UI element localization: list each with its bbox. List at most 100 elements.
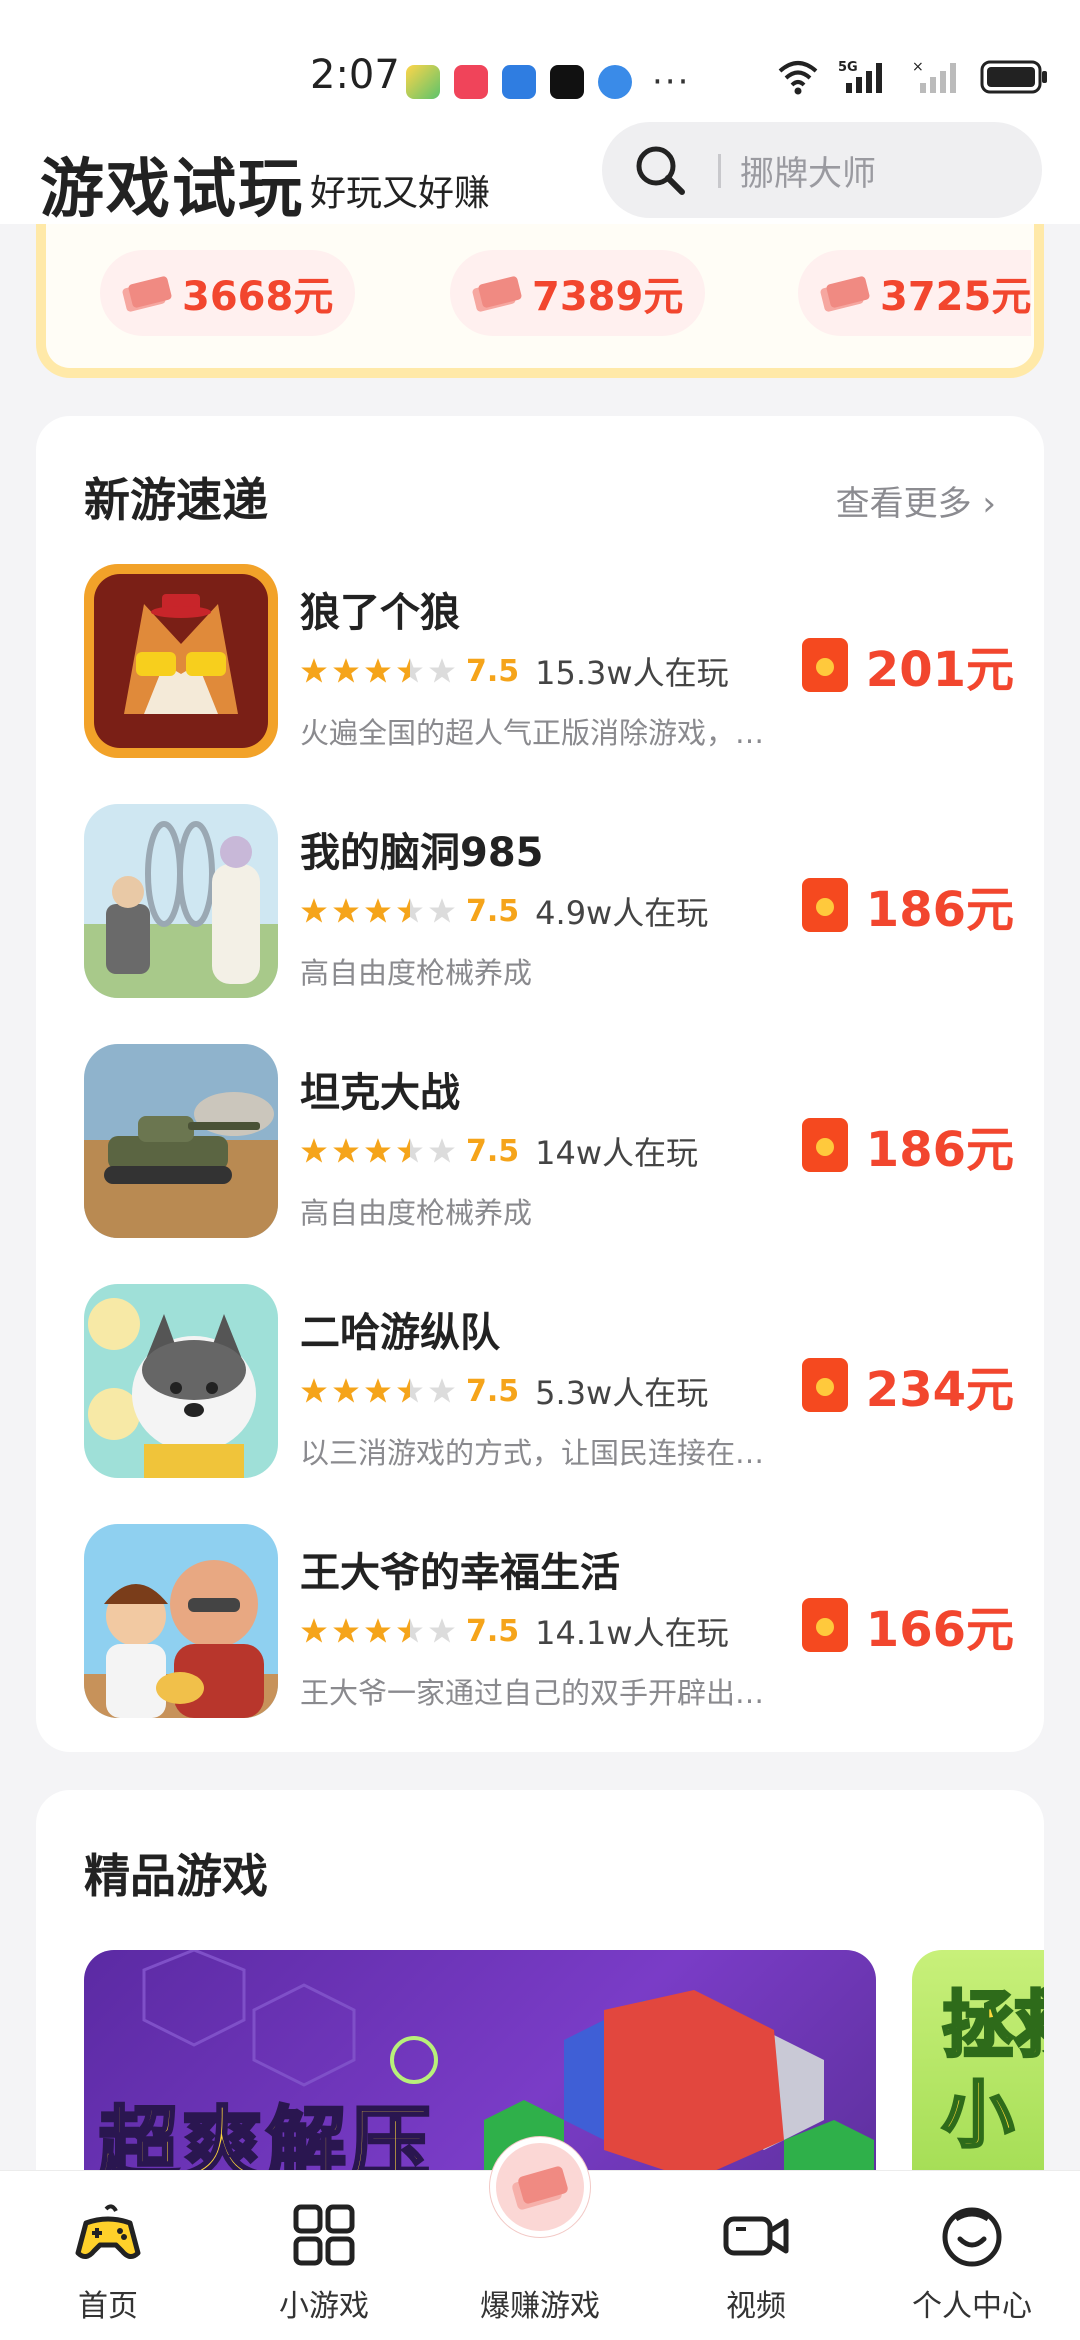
players-count: 15.3w人在玩 bbox=[535, 654, 729, 692]
game-name: 我的脑洞985 bbox=[300, 830, 544, 876]
red-packet-icon bbox=[801, 1598, 848, 1652]
game-icon-husky[interactable] bbox=[84, 1284, 278, 1478]
rating-stars: 7.5 14.1w人在玩 bbox=[300, 1608, 729, 1654]
game-row[interactable]: 王大爷的幸福生活 7.5 14.1w人在玩 王大爷一家通过自己的双手开辟出… 1… bbox=[84, 1524, 1014, 1720]
game-description: 高自由度枪械养成 bbox=[300, 956, 533, 990]
money-icon bbox=[122, 276, 172, 312]
game-icon-wolf[interactable] bbox=[84, 564, 278, 758]
gamepad-icon bbox=[75, 2204, 141, 2259]
reward-pill[interactable]: 7389元 bbox=[450, 250, 706, 336]
video-camera-icon bbox=[723, 2216, 789, 2256]
banner2-title: 拯救小 bbox=[941, 1982, 1045, 2159]
bottom-nav: 首页 小游戏 爆赚游戏 视频 个人中心 bbox=[0, 2137, 1080, 2340]
star-empty-icon bbox=[429, 1618, 455, 1643]
nav-item-hot-games[interactable]: 爆赚游戏 bbox=[432, 2137, 648, 2340]
star-half-icon bbox=[397, 898, 423, 923]
game-name: 王大爷的幸福生活 bbox=[300, 1550, 620, 1596]
rating-stars: 7.5 14w人在玩 bbox=[300, 1128, 698, 1174]
search-icon bbox=[636, 146, 685, 195]
players-count: 14.1w人在玩 bbox=[535, 1614, 729, 1652]
section-title-premium: 精品游戏 bbox=[84, 1849, 268, 1903]
star-full-icon bbox=[333, 658, 359, 683]
star-empty-icon bbox=[429, 1138, 455, 1163]
nav-label: 爆赚游戏 bbox=[480, 2289, 600, 2324]
nav-label: 视频 bbox=[726, 2289, 786, 2324]
game-row[interactable]: 我的脑洞985 7.5 4.9w人在玩 高自由度枪械养成 186元 bbox=[84, 804, 1014, 1000]
star-full-icon bbox=[365, 1138, 391, 1163]
star-full-icon bbox=[301, 1618, 327, 1643]
search-separator bbox=[718, 154, 721, 188]
star-full-icon bbox=[301, 1138, 327, 1163]
game-row[interactable]: 二哈游纵队 7.5 5.3w人在玩 以三消游戏的方式，让国民连接在… 234元 bbox=[84, 1284, 1014, 1480]
app-notification-icon bbox=[406, 65, 440, 99]
game-row[interactable]: 坦克大战 7.5 14w人在玩 高自由度枪械养成 186元 bbox=[84, 1044, 1014, 1240]
game-reward[interactable]: 166元 bbox=[801, 1590, 1014, 1660]
search-input[interactable]: 挪牌大师 bbox=[602, 122, 1042, 218]
nav-item-home[interactable]: 首页 bbox=[0, 2171, 216, 2340]
reward-value: 186元 bbox=[865, 882, 1014, 938]
app-notification-icon bbox=[454, 65, 488, 99]
game-row[interactable]: 狼了个狼 7.5 15.3w人在玩 火遍全国的超人气正版消除游戏，… 201元 bbox=[84, 564, 1014, 760]
star-full-icon bbox=[365, 658, 391, 683]
battery-icon bbox=[980, 58, 1050, 96]
reward-amount: 7389元 bbox=[532, 274, 684, 320]
page-title: 游戏试玩 bbox=[40, 153, 304, 227]
star-full-icon bbox=[365, 1378, 391, 1403]
red-packet-icon bbox=[801, 878, 848, 932]
reward-amount: 3725元 bbox=[880, 274, 1032, 320]
star-full-icon bbox=[333, 1378, 359, 1403]
star-full-icon bbox=[333, 898, 359, 923]
star-half-icon bbox=[397, 1378, 423, 1403]
section-title-new-games: 新游速递 bbox=[84, 473, 268, 527]
star-full-icon bbox=[333, 1618, 359, 1643]
status-time: 2:07 bbox=[310, 52, 400, 98]
game-icon-tank[interactable] bbox=[84, 1044, 278, 1238]
reward-amount: 3668元 bbox=[182, 274, 334, 320]
rating-stars: 7.5 4.9w人在玩 bbox=[300, 888, 708, 934]
grid-icon bbox=[293, 2204, 355, 2266]
reward-value: 166元 bbox=[865, 1602, 1014, 1658]
game-icon-grandpa[interactable] bbox=[84, 1524, 278, 1718]
hot-games-button[interactable] bbox=[490, 2137, 590, 2237]
game-description: 高自由度枪械养成 bbox=[300, 1196, 533, 1230]
reward-value: 186元 bbox=[865, 1122, 1014, 1178]
nav-item-video[interactable]: 视频 bbox=[648, 2171, 864, 2340]
system-icons: 5G × bbox=[776, 58, 1050, 96]
wifi-icon bbox=[776, 59, 820, 95]
star-full-icon bbox=[333, 1138, 359, 1163]
rating-value: 7.5 bbox=[466, 1373, 520, 1409]
view-more-link[interactable]: 查看更多 › bbox=[836, 476, 996, 525]
rating-value: 7.5 bbox=[466, 1613, 520, 1649]
nav-item-mini-games[interactable]: 小游戏 bbox=[216, 2171, 432, 2340]
reward-pill[interactable]: 3668元 bbox=[100, 250, 356, 336]
game-reward[interactable]: 201元 bbox=[801, 630, 1014, 700]
svg-text:×: × bbox=[912, 59, 924, 75]
star-full-icon bbox=[365, 1618, 391, 1643]
page-subtitle: 好玩又好赚 bbox=[310, 173, 491, 214]
players-count: 4.9w人在玩 bbox=[535, 894, 709, 932]
app-notification-icon bbox=[598, 65, 632, 99]
game-reward[interactable]: 186元 bbox=[801, 870, 1014, 940]
nav-label: 小游戏 bbox=[279, 2289, 369, 2324]
nav-label: 个人中心 bbox=[912, 2289, 1032, 2324]
nav-item-profile[interactable]: 个人中心 bbox=[864, 2171, 1080, 2340]
game-reward[interactable]: 234元 bbox=[801, 1350, 1014, 1420]
red-packet-icon bbox=[801, 1358, 848, 1412]
star-full-icon bbox=[365, 898, 391, 923]
game-reward[interactable]: 186元 bbox=[801, 1110, 1014, 1180]
money-icon bbox=[472, 276, 522, 312]
rating-stars: 7.5 15.3w人在玩 bbox=[300, 648, 729, 694]
reward-value: 201元 bbox=[865, 642, 1014, 698]
notification-icons: ··· bbox=[406, 62, 690, 102]
new-games-card: 新游速递 查看更多 › 狼了个狼 7.5 15.3w人在玩 火遍全国的超人气正版… bbox=[36, 416, 1044, 1752]
star-half-icon bbox=[397, 1138, 423, 1163]
reward-pill[interactable]: 3725元 bbox=[798, 250, 1032, 336]
game-name: 二哈游纵队 bbox=[300, 1310, 500, 1356]
rating-value: 7.5 bbox=[466, 893, 520, 929]
game-name: 狼了个狼 bbox=[300, 590, 460, 636]
reward-value: 234元 bbox=[865, 1362, 1014, 1418]
game-icon-brain[interactable] bbox=[84, 804, 278, 998]
star-empty-icon bbox=[429, 898, 455, 923]
game-name: 坦克大战 bbox=[300, 1070, 460, 1116]
rating-stars: 7.5 5.3w人在玩 bbox=[300, 1368, 708, 1414]
